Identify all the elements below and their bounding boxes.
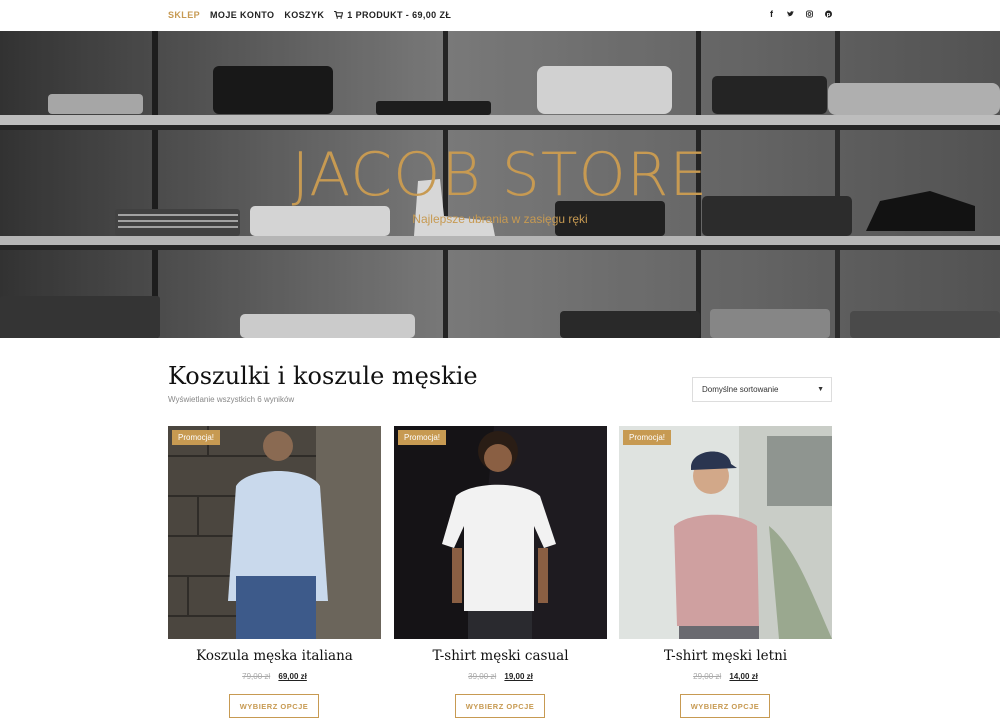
sale-price: 14,00 zł (729, 672, 758, 681)
select-options-button[interactable]: WYBIERZ OPCJE (455, 694, 545, 718)
product-price: 79,00 zł 69,00 zł (168, 672, 381, 681)
pinterest-icon[interactable]: p (825, 9, 832, 19)
product-image[interactable]: Promocja! (168, 426, 381, 639)
cart-icon (334, 11, 344, 19)
hero-banner: JACOB STORE Najlepsze ubrania w zasięgu … (0, 31, 1000, 338)
product-image[interactable]: Promocja! (619, 426, 832, 639)
product-image[interactable]: Promocja! (394, 426, 607, 639)
nav-item-moje-konto[interactable]: MOJE KONTO (210, 10, 274, 20)
select-options-button[interactable]: WYBIERZ OPCJE (229, 694, 319, 718)
sale-price: 69,00 zł (278, 672, 307, 681)
cart-summary: 1 PRODUKT - 69,00 ZŁ (347, 10, 452, 20)
sale-badge: Promocja! (623, 430, 672, 445)
product-card: Promocja! Koszula męska italiana 79,00 z… (168, 426, 381, 718)
main-menu: SKLEP MOJE KONTO KOSZYK 1 PRODUKT - 69,0… (168, 10, 451, 20)
product-name[interactable]: T-shirt męski letni (619, 648, 832, 664)
old-price: 79,00 zł (242, 672, 271, 681)
product-card: Promocja! T-shirt męski letni 29,00 zł 1… (619, 426, 832, 718)
chevron-down-icon: ▼ (817, 386, 824, 393)
nav-item-sklep[interactable]: SKLEP (168, 10, 200, 20)
old-price: 29,00 zł (693, 672, 722, 681)
product-price: 39,00 zł 19,00 zł (394, 672, 607, 681)
sale-badge: Promocja! (172, 430, 221, 445)
site-title[interactable]: JACOB STORE (0, 140, 1000, 210)
facebook-icon[interactable]: f (768, 9, 775, 19)
old-price: 39,00 zł (468, 672, 497, 681)
sale-badge: Promocja! (398, 430, 447, 445)
twitter-icon[interactable] (787, 9, 794, 19)
top-navigation-bar: SKLEP MOJE KONTO KOSZYK 1 PRODUKT - 69,0… (0, 0, 1000, 31)
svg-text:p: p (827, 12, 831, 18)
product-card: Promocja! T-shirt męski casual 39,00 zł … (394, 426, 607, 718)
product-price: 29,00 zł 14,00 zł (619, 672, 832, 681)
result-count: Wyświetlanie wszystkich 6 wyników (168, 395, 295, 404)
sort-select-value: Domyślne sortowanie (702, 385, 779, 394)
product-name[interactable]: Koszula męska italiana (168, 648, 381, 664)
social-links: f p (768, 9, 832, 19)
sale-price: 19,00 zł (504, 672, 533, 681)
instagram-icon[interactable] (806, 9, 813, 19)
page-title: Koszulki i koszule męskie (168, 362, 478, 390)
site-tagline: Najlepsze ubrania w zasięgu ręki (412, 212, 588, 226)
nav-item-koszyk[interactable]: KOSZYK (284, 10, 324, 20)
sort-select[interactable]: Domyślne sortowanie ▼ (692, 377, 832, 402)
select-options-button[interactable]: WYBIERZ OPCJE (680, 694, 770, 718)
product-name[interactable]: T-shirt męski casual (394, 648, 607, 664)
nav-cart-link[interactable]: 1 PRODUKT - 69,00 ZŁ (334, 10, 451, 20)
